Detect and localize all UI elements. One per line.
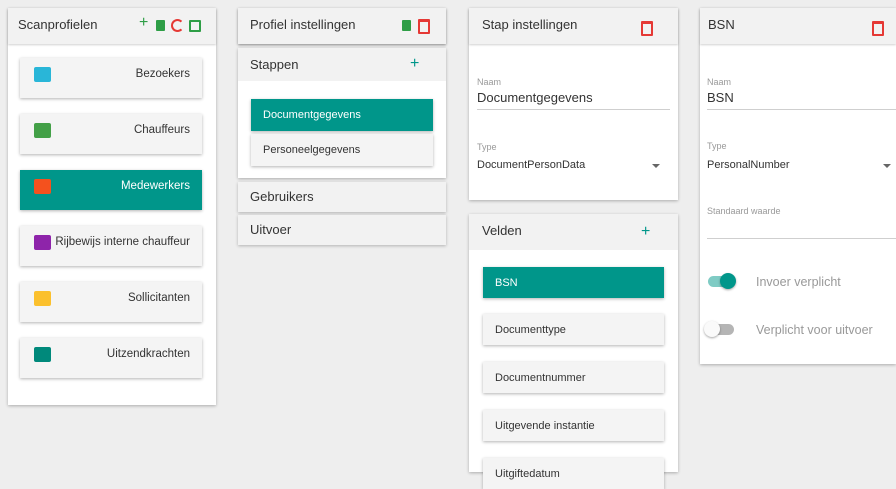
toggle-label: Verplicht voor uitvoer	[756, 323, 873, 337]
bsn-panel: BSN Naam BSN Type PersonalNumber Standaa…	[700, 8, 896, 364]
velden-panel: Velden + BSN Documenttype Documentnummer…	[469, 214, 678, 489]
bsn-title: BSN	[708, 17, 735, 32]
stappen-header: Stappen +	[238, 48, 446, 81]
profile-tile-rijbewijs[interactable]: Rijbewijs interne chauffeur	[20, 226, 202, 266]
field-item-documenttype[interactable]: Documenttype	[483, 314, 664, 345]
person-add-icon	[34, 179, 51, 194]
toggle-knob	[704, 321, 720, 337]
gebruikers-section[interactable]: Gebruikers	[238, 182, 446, 212]
naam-field[interactable]: Documentgegevens	[477, 90, 593, 105]
stappen-title: Stappen	[250, 57, 299, 72]
group-add-icon	[34, 347, 51, 362]
field-item-uitgevende-instantie[interactable]: Uitgevende instantie	[483, 410, 664, 441]
plus-icon[interactable]: +	[410, 55, 419, 73]
delete-icon[interactable]	[872, 21, 884, 36]
profile-tile-label: Sollicitanten	[127, 292, 190, 304]
profile-tile-label: Uitzendkrachten	[106, 348, 190, 360]
profile-tile-label: Bezoekers	[135, 68, 190, 80]
profiel-title: Profiel instellingen	[250, 17, 356, 32]
plus-icon[interactable]: +	[641, 223, 650, 241]
bsn-header: BSN	[700, 8, 896, 44]
scanprofielen-title: Scanprofielen	[18, 17, 98, 32]
field-item-documentnummer[interactable]: Documentnummer	[483, 362, 664, 393]
type-select[interactable]: PersonalNumber	[707, 159, 790, 171]
velden-header: Velden +	[469, 214, 678, 250]
field-item-label: Uitgevende instantie	[495, 420, 595, 432]
toggle-knob	[720, 273, 736, 289]
naam-underline	[477, 109, 670, 110]
delete-icon[interactable]	[641, 21, 653, 36]
stappen-card: Stappen + Documentgegevens Personeelgege…	[238, 48, 446, 178]
uitvoer-title: Uitvoer	[250, 222, 292, 237]
profile-tile-label: Medewerkers	[120, 180, 190, 192]
profiel-column: Profiel instellingen Stappen + Documentg…	[238, 8, 446, 248]
field-item-label: Documenttype	[495, 324, 566, 336]
naam-label: Naam	[477, 77, 502, 87]
field-item-bsn[interactable]: BSN	[483, 267, 664, 298]
gebruikers-title: Gebruikers	[250, 189, 314, 204]
file-icon[interactable]	[156, 20, 165, 31]
chevron-down-icon[interactable]	[883, 164, 891, 168]
file-icon[interactable]	[402, 20, 411, 31]
bus-icon	[34, 235, 51, 250]
naam-underline	[707, 109, 896, 110]
step-item-documentgegevens[interactable]: Documentgegevens	[251, 99, 433, 131]
standaard-waarde-label: Standaard waarde	[707, 206, 781, 216]
step-item-label: Documentgegevens	[263, 109, 361, 121]
scanprofielen-panel: Scanprofielen + Bezoekers Chauffeurs Med…	[8, 8, 216, 405]
truck-icon	[34, 123, 51, 138]
naam-field[interactable]: BSN	[707, 90, 734, 105]
stap-panel: Stap instellingen Naam Documentgegevens …	[469, 8, 678, 200]
stap-header: Stap instellingen	[469, 8, 678, 44]
step-item-personeelgegevens[interactable]: Personeelgegevens	[251, 134, 433, 166]
field-item-label: BSN	[495, 277, 518, 289]
profile-tile-medewerkers[interactable]: Medewerkers	[20, 170, 202, 210]
plus-icon[interactable]: +	[139, 14, 148, 32]
walk-icon	[34, 67, 51, 82]
profile-tile-label: Chauffeurs	[133, 124, 190, 136]
profile-tile-uitzendkrachten[interactable]: Uitzendkrachten	[20, 338, 202, 378]
people-icon	[34, 291, 51, 306]
profiel-header: Profiel instellingen	[238, 8, 446, 44]
stap-title: Stap instellingen	[482, 17, 578, 32]
standaard-waarde-field[interactable]	[707, 238, 896, 239]
toggle-label: Invoer verplicht	[756, 275, 841, 289]
delete-icon[interactable]	[418, 19, 430, 34]
profiel-header-card: Profiel instellingen	[238, 8, 446, 44]
type-select[interactable]: DocumentPersonData	[477, 159, 585, 171]
save-icon[interactable]	[189, 20, 201, 32]
profile-tile-bezoekers[interactable]: Bezoekers	[20, 58, 202, 98]
type-label: Type	[707, 141, 727, 151]
scanprofielen-header: Scanprofielen +	[8, 8, 216, 44]
refresh-icon[interactable]	[171, 19, 184, 32]
field-item-uitgiftedatum[interactable]: Uitgiftedatum	[483, 458, 664, 489]
uitvoer-section[interactable]: Uitvoer	[238, 215, 446, 245]
toggle-verplicht-voor-uitvoer[interactable]: Verplicht voor uitvoer	[704, 320, 891, 340]
velden-title: Velden	[482, 223, 522, 238]
field-item-label: Uitgiftedatum	[495, 468, 560, 480]
profile-tile-chauffeurs[interactable]: Chauffeurs	[20, 114, 202, 154]
chevron-down-icon[interactable]	[652, 164, 660, 168]
profile-tile-sollicitanten[interactable]: Sollicitanten	[20, 282, 202, 322]
step-item-label: Personeelgegevens	[263, 144, 361, 156]
naam-label: Naam	[707, 77, 732, 87]
type-label: Type	[477, 142, 497, 152]
profile-tile-label: Rijbewijs interne chauffeur	[55, 236, 190, 248]
toggle-invoer-verplicht[interactable]: Invoer verplicht	[706, 272, 891, 292]
field-item-label: Documentnummer	[495, 372, 586, 384]
